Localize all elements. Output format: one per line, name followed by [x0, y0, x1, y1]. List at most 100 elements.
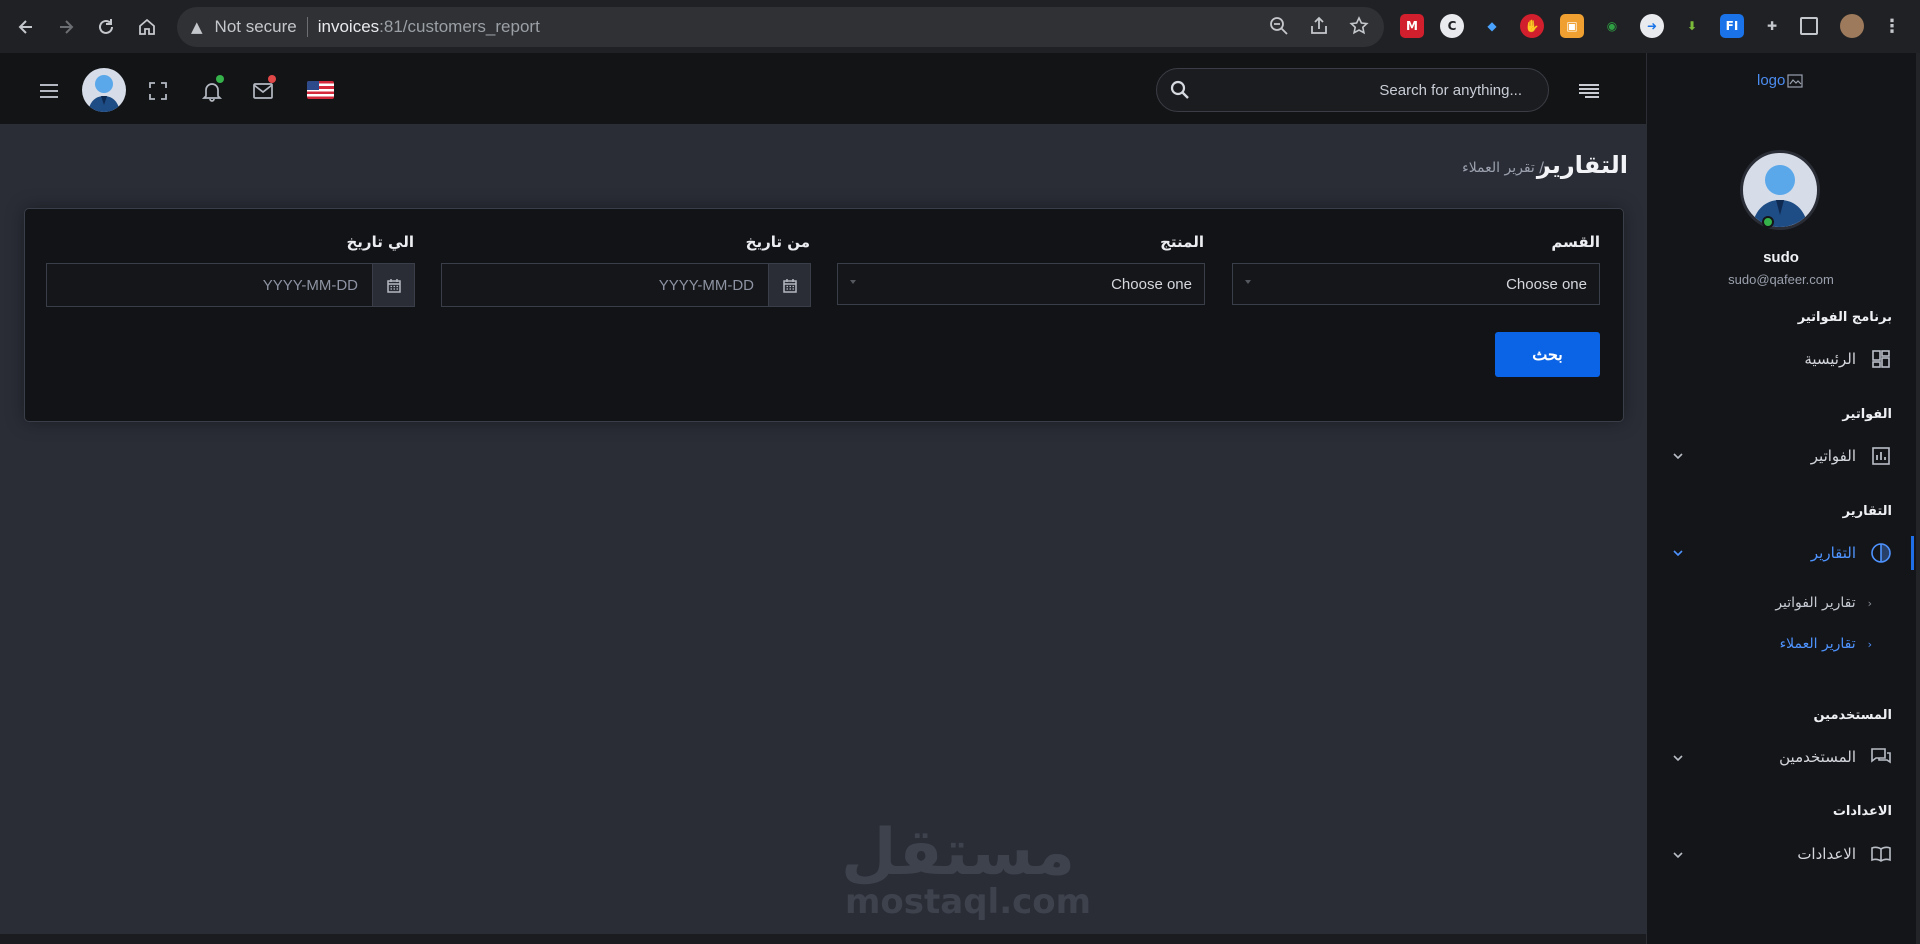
extension-hand-icon[interactable]: ✋	[1520, 14, 1544, 38]
sidebar-item-label: الرئيسية	[1804, 350, 1856, 368]
online-status-indicator	[1762, 216, 1774, 228]
extension-m-icon[interactable]: M	[1400, 14, 1424, 38]
hamburger-menu-icon[interactable]	[37, 79, 61, 103]
from-date-label: من تاريخ	[745, 233, 810, 251]
back-icon[interactable]	[12, 13, 40, 41]
sidebar-item-home[interactable]: الرئيسية	[1804, 344, 1892, 374]
watermark-logo: مستقل mostaql.com	[840, 816, 1092, 928]
sidebar-item-reports[interactable]: التقارير	[1811, 538, 1892, 568]
mail-indicator	[268, 75, 276, 83]
filter-card	[24, 208, 1624, 422]
reload-icon[interactable]	[92, 13, 120, 41]
fullscreen-icon[interactable]	[146, 79, 170, 103]
extension-diamond-icon[interactable]: ◆	[1480, 14, 1504, 38]
dashboard-icon	[1870, 348, 1892, 370]
watermark-arabic: مستقل	[840, 816, 1075, 890]
home-icon[interactable]	[133, 13, 161, 41]
section-title-settings: الاعدادات	[1832, 804, 1892, 819]
logo[interactable]: logo	[1757, 72, 1803, 89]
extension-globe-icon[interactable]: ◉	[1600, 14, 1624, 38]
search-button[interactable]: بحث	[1495, 332, 1600, 377]
address-bar[interactable]: ▲ Not secure invoices :81/customers_repo…	[177, 7, 1384, 47]
chevron-down-icon[interactable]	[1672, 447, 1684, 466]
section-title-users: المستخدمين	[1813, 708, 1892, 723]
warning-icon: ▲	[191, 18, 203, 36]
sidebar-item-label: التقارير	[1810, 544, 1856, 562]
browser-menu-icon[interactable]: ⋮	[1880, 14, 1904, 38]
profile-avatar[interactable]	[1840, 14, 1864, 38]
chat-icon	[1870, 746, 1892, 768]
submenu-item-invoice-reports[interactable]: ‹ تقارير الفواتير	[1775, 595, 1872, 611]
breadcrumb[interactable]: / تقرير العملاء	[1462, 160, 1544, 176]
sidebar-toggle-icon[interactable]	[1576, 79, 1602, 103]
watermark-latin: mostaql.com	[845, 882, 1092, 922]
book-icon	[1870, 843, 1892, 865]
to-date-input[interactable]	[47, 264, 372, 306]
forward-icon[interactable]	[52, 13, 80, 41]
sidebar-item-label: الفواتير	[1810, 447, 1856, 465]
section-title-invoice-program: برنامج الفواتير	[1797, 310, 1892, 325]
language-flag-icon[interactable]	[307, 81, 334, 99]
to-date-label: الي تاريخ	[346, 233, 414, 251]
section-title-invoices: الفواتير	[1842, 407, 1892, 422]
broken-image-icon	[1787, 73, 1803, 88]
from-date-input[interactable]	[442, 264, 768, 306]
url-host: invoices	[317, 17, 380, 36]
department-label: القسم	[1551, 233, 1600, 251]
vertical-scrollbar[interactable]	[1916, 53, 1920, 944]
from-date-group	[441, 263, 811, 307]
url-path: :81/customers_report	[379, 17, 540, 36]
chevron-down-icon[interactable]	[1672, 544, 1684, 563]
dropdown-caret-icon	[850, 280, 856, 284]
sidepanel-icon[interactable]	[1800, 17, 1818, 35]
user-email: sudo@qafeer.com	[1728, 272, 1834, 287]
calendar-icon[interactable]	[372, 264, 414, 306]
browser-toolbar: ▲ Not secure invoices :81/customers_repo…	[0, 0, 1920, 53]
divider	[306, 17, 308, 37]
notification-indicator	[216, 75, 224, 83]
sidebar-item-settings[interactable]: الاعدادات	[1797, 839, 1892, 869]
logo-text: logo	[1757, 72, 1786, 89]
bar-chart-icon	[1870, 445, 1892, 467]
extension-fi-icon[interactable]: FI	[1720, 14, 1744, 38]
extension-arrow-icon[interactable]: ➜	[1640, 14, 1664, 38]
submenu-item-customer-reports[interactable]: ‹ تقارير العملاء	[1779, 636, 1872, 652]
sidebar-item-label: المستخدمين	[1779, 748, 1856, 766]
user-name: sudo	[1763, 249, 1799, 266]
active-item-indicator	[1911, 536, 1914, 570]
extension-square-icon[interactable]: ▣	[1560, 14, 1584, 38]
chevron-left-icon: ‹	[1867, 637, 1872, 651]
product-label: المنتج	[1160, 233, 1204, 251]
extension-c-icon[interactable]: C	[1440, 14, 1464, 38]
user-avatar[interactable]	[1740, 150, 1820, 230]
avatar[interactable]	[82, 68, 126, 112]
chevron-down-icon[interactable]	[1672, 749, 1684, 768]
horizontal-scrollbar[interactable]	[0, 934, 1646, 944]
sidebar-item-users[interactable]: المستخدمين	[1779, 742, 1892, 772]
search-input[interactable]	[1192, 81, 1522, 99]
submenu-label: تقارير الفواتير	[1775, 595, 1856, 611]
to-date-group	[46, 263, 415, 307]
product-select[interactable]: Choose one	[837, 263, 1205, 305]
chevron-left-icon: ‹	[1867, 596, 1872, 610]
sidebar-item-invoices[interactable]: الفواتير	[1811, 441, 1892, 471]
department-select-value: Choose one	[1506, 275, 1587, 293]
bookmark-star-icon[interactable]	[1348, 15, 1370, 41]
not-secure-label: Not secure	[214, 17, 297, 36]
chevron-down-icon[interactable]	[1672, 846, 1684, 865]
share-icon[interactable]	[1308, 15, 1330, 41]
section-title-reports: التقارير	[1842, 504, 1892, 519]
dropdown-caret-icon	[1245, 280, 1251, 284]
search-icon[interactable]	[1170, 80, 1190, 104]
zoom-icon[interactable]	[1268, 15, 1290, 41]
extension-download-icon[interactable]: ⬇	[1680, 14, 1704, 38]
search-bar	[1156, 68, 1549, 112]
product-select-value: Choose one	[1111, 275, 1192, 293]
department-select[interactable]: Choose one	[1232, 263, 1600, 305]
pie-chart-icon	[1870, 542, 1892, 564]
sidebar-item-label: الاعدادات	[1797, 845, 1856, 863]
calendar-icon[interactable]	[768, 264, 810, 306]
extensions-puzzle-icon[interactable]: ✚	[1760, 14, 1784, 38]
submenu-label: تقارير العملاء	[1779, 636, 1856, 652]
page-title: التقارير	[1536, 151, 1628, 179]
